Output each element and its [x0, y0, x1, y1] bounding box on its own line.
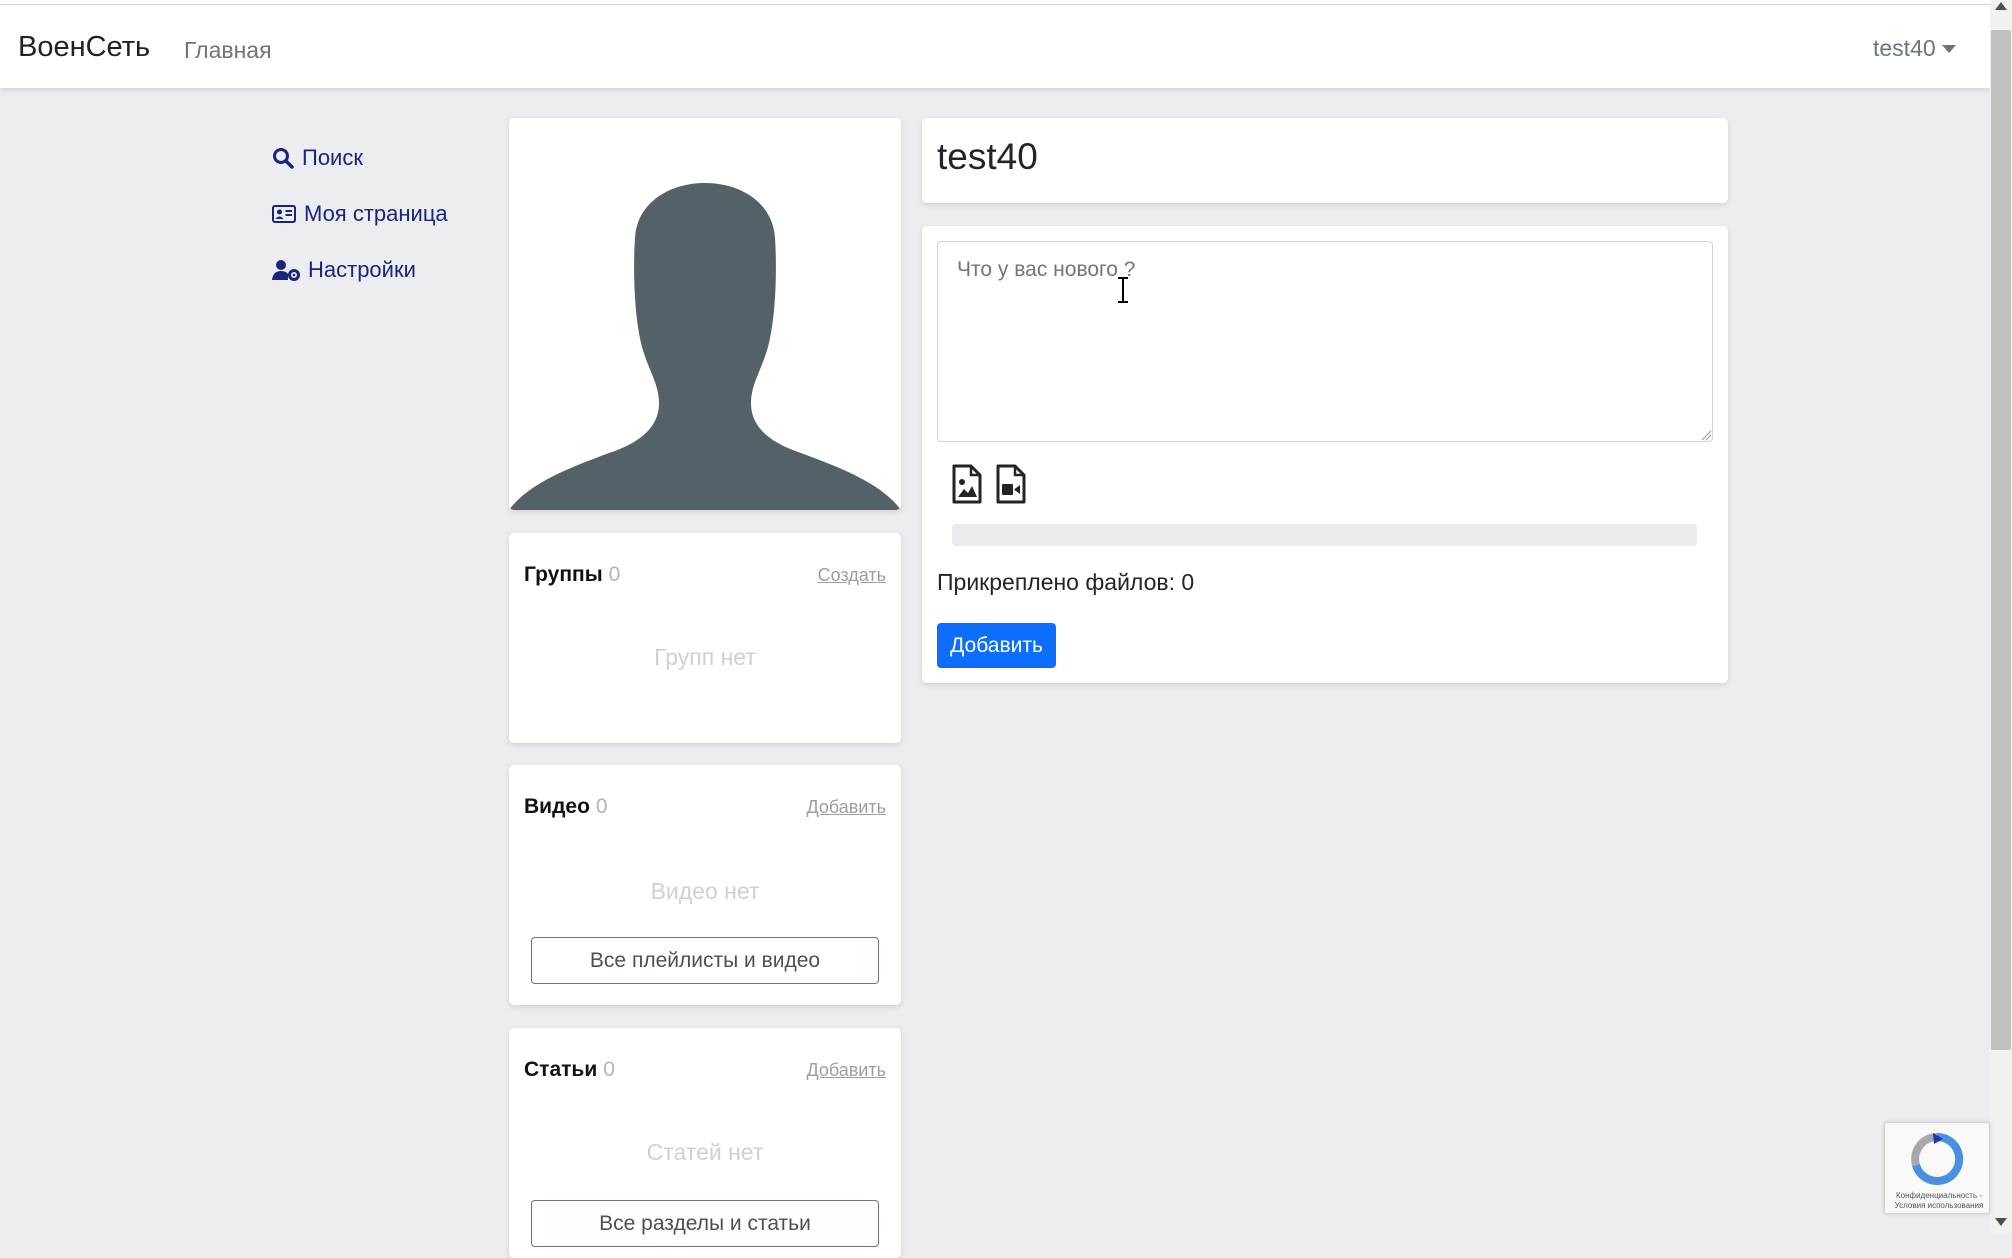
articles-title-text: Статьи [524, 1058, 598, 1081]
groups-card: Группы 0 Создать Групп нет [509, 533, 901, 743]
new-post-card: Прикреплено файлов: 0 Добавить [922, 226, 1728, 683]
brand-logo-text[interactable]: ВоенСеть [18, 31, 150, 64]
sidebar-item-label: Настройки [308, 257, 416, 282]
articles-empty-message: Статей нет [646, 1139, 764, 1165]
recaptcha-icon [1911, 1132, 1964, 1185]
all-sections-button[interactable]: Все разделы и статьи [531, 1200, 879, 1247]
videos-title: Видео 0 [524, 795, 608, 819]
articles-title: Статьи 0 [524, 1058, 615, 1082]
image-file-icon[interactable] [951, 464, 983, 504]
sidebar-item-search[interactable]: Поиск [272, 130, 448, 186]
nav-home-link[interactable]: Главная [184, 37, 272, 64]
groups-count: 0 [608, 563, 621, 586]
scroll-up-arrow-icon[interactable] [1995, 2, 2007, 10]
caret-down-icon [1941, 44, 1956, 53]
groups-title: Группы 0 [524, 563, 620, 587]
videos-empty-message: Видео нет [650, 878, 760, 904]
top-navbar: ВоенСеть Главная test40 [0, 5, 1990, 88]
profile-avatar-card [509, 118, 901, 510]
profile-name: test40 [937, 136, 1038, 177]
groups-empty-message: Групп нет [654, 644, 756, 670]
groups-title-text: Группы [524, 563, 603, 586]
add-article-link[interactable]: Добавить [806, 1060, 886, 1081]
recaptcha-text: Конфиденциальность - Условия использован… [1894, 1191, 1984, 1210]
user-menu-name: test40 [1873, 35, 1936, 61]
left-sidebar: Поиск Моя страница Настройки [272, 130, 448, 298]
user-cog-icon [272, 260, 300, 281]
videos-card: Видео 0 Добавить Видео нет Все плейлисты … [509, 765, 901, 1005]
sidebar-item-my-page[interactable]: Моя страница [272, 186, 448, 242]
upload-progress-bar [952, 524, 1697, 546]
avatar[interactable] [509, 118, 901, 510]
videos-title-text: Видео [524, 795, 590, 818]
add-video-link[interactable]: Добавить [806, 797, 886, 818]
resize-handle-icon[interactable] [1700, 429, 1712, 441]
articles-card: Статьи 0 Добавить Статей нет Все разделы … [509, 1028, 901, 1258]
videos-count: 0 [595, 795, 608, 818]
attached-files-count: Прикреплено файлов: 0 [937, 569, 1195, 595]
sidebar-item-label: Моя страница [304, 201, 448, 226]
video-file-icon[interactable] [995, 464, 1027, 504]
recaptcha-badge[interactable]: Конфиденциальность - Условия использован… [1884, 1122, 1990, 1214]
add-post-button[interactable]: Добавить [937, 623, 1056, 668]
sidebar-item-label: Поиск [302, 145, 363, 170]
articles-count: 0 [603, 1058, 615, 1081]
id-card-icon [272, 205, 296, 223]
post-textarea[interactable] [937, 241, 1713, 442]
all-playlists-button[interactable]: Все плейлисты и видео [531, 937, 879, 984]
user-menu-dropdown[interactable]: test40 [1873, 35, 1956, 62]
sidebar-item-settings[interactable]: Настройки [272, 242, 448, 298]
text-cursor-icon [1118, 277, 1128, 303]
scroll-down-arrow-icon[interactable] [1995, 1218, 2007, 1226]
scrollbar-thumb[interactable] [1991, 30, 2011, 1050]
profile-name-card: test40 [922, 118, 1728, 203]
create-group-link[interactable]: Создать [818, 565, 886, 586]
search-icon [273, 148, 294, 169]
